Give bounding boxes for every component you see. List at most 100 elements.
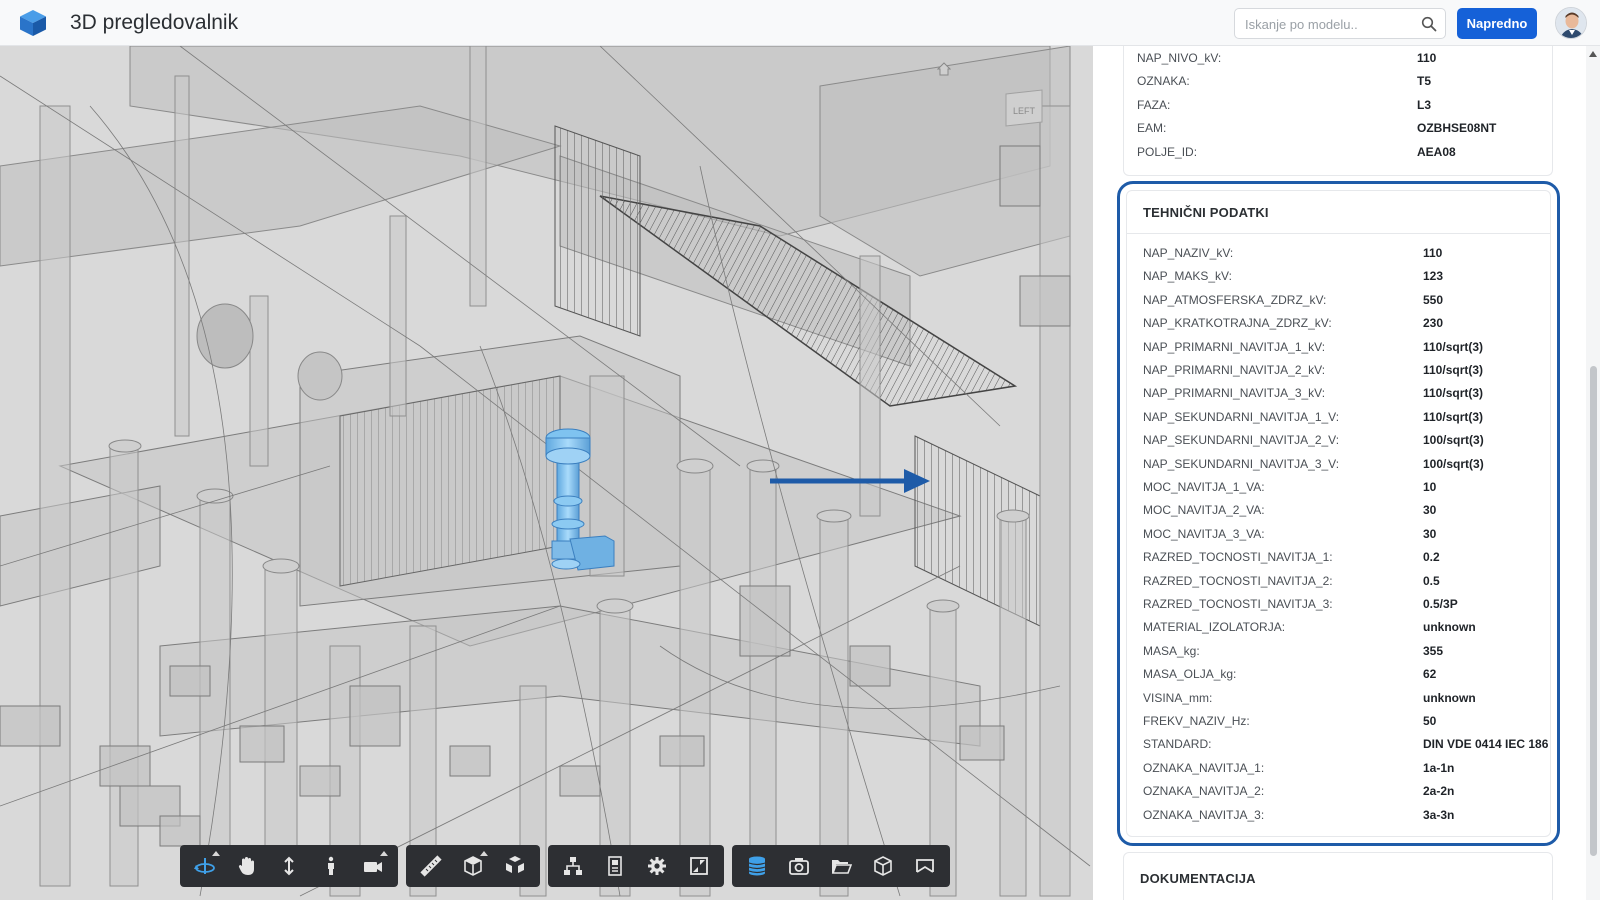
property-key: FREKV_NAZIV_Hz:	[1143, 714, 1250, 728]
property-key: MOC_NAVITJA_1_VA:	[1143, 480, 1265, 494]
properties-icon	[608, 856, 622, 876]
advanced-button[interactable]: Napredno	[1457, 8, 1537, 39]
property-row: MATERIAL_IZOLATORJA: unknown	[1143, 620, 1566, 643]
property-value: DIN VDE 0414 IEC 186	[1423, 737, 1549, 752]
properties-button[interactable]	[594, 845, 636, 887]
property-key: NAP_SEKUNDARNI_NAVITJA_2_V:	[1143, 433, 1340, 448]
orbit-tool-button[interactable]	[184, 845, 226, 887]
property-row: NAP_SEKUNDARNI_NAVITJA_3_V: 100/sqrt(3)	[1143, 457, 1566, 480]
user-avatar[interactable]	[1555, 7, 1587, 39]
model-search-input[interactable]	[1245, 15, 1415, 33]
property-key: FAZA:	[1137, 97, 1171, 112]
property-value: 1a-1n	[1423, 760, 1455, 775]
layers-stack-icon	[748, 856, 766, 876]
3d-viewport[interactable]: LEFT	[0, 46, 1093, 900]
measure-tool-button[interactable]	[410, 845, 452, 887]
property-value: 30	[1423, 526, 1437, 541]
property-key: MATERIAL_IZOLATORJA:	[1143, 620, 1286, 635]
technical-data-inner: TEHNIČNI PODATKI NAP_NAZIV_kV: 110 NAP_MAK…	[1126, 190, 1551, 837]
home-icon[interactable]	[937, 62, 951, 76]
dolly-arrows-icon	[284, 856, 294, 876]
dolly-tool-button[interactable]	[268, 845, 310, 887]
orbit-submenu-indicator[interactable]	[212, 851, 220, 856]
panel-tools-group	[548, 845, 724, 887]
scrollbar-thumb[interactable]	[1590, 366, 1597, 856]
app-header: 3D pregledovalnik Napredno	[0, 0, 1600, 46]
property-key: NAP_KRATKOTRAJNA_ZDRZ_kV:	[1143, 316, 1332, 331]
technical-data-divider	[1127, 233, 1550, 234]
property-value: 0.5/3P	[1423, 597, 1458, 611]
property-row: VISINA_mm: unknown	[1143, 691, 1566, 714]
property-key: NAP_NAZIV_kV:	[1143, 246, 1234, 260]
model-tree-icon	[564, 857, 582, 875]
navigation-tools-group	[180, 845, 398, 887]
property-key: NAP_PRIMARNI_NAVITJA_1_kV:	[1143, 339, 1326, 354]
app-logo-cube-icon[interactable]	[18, 9, 48, 37]
walk-tool-button[interactable]	[310, 845, 352, 887]
property-value: 230	[1423, 316, 1444, 331]
property-value: OZBHSE08NT	[1417, 121, 1497, 136]
explode-tool-button[interactable]	[494, 845, 536, 887]
model-browser-button[interactable]	[552, 845, 594, 887]
property-key: POLJE_ID:	[1137, 144, 1198, 159]
property-value: 110/sqrt(3)	[1423, 386, 1484, 401]
property-value: 123	[1423, 269, 1444, 284]
property-row: OZNAKA_NAVITJA_1: 1a-1n	[1143, 761, 1566, 784]
orbit-icon	[194, 858, 215, 874]
property-value: unknown	[1423, 690, 1476, 705]
property-value: 62	[1423, 667, 1437, 682]
property-row: NAP_KRATKOTRAJNA_ZDRZ_kV: 230	[1143, 316, 1566, 339]
home-view-cube-icon[interactable]: LEFT	[1002, 86, 1046, 130]
cube-view-icon	[874, 856, 892, 876]
property-value: 30	[1423, 503, 1437, 518]
property-row: NAP_NIVO_kV: 110	[1137, 51, 1565, 74]
substation-3d-model[interactable]	[0, 46, 1093, 900]
property-value: 3a-3n	[1423, 807, 1455, 822]
property-key: EAM:	[1137, 121, 1167, 136]
cube-view-button[interactable]	[862, 845, 904, 887]
fullscreen-button[interactable]	[678, 845, 720, 887]
property-row: STANDARD: DIN VDE 0414 IEC 186	[1143, 737, 1566, 760]
property-key: NAP_SEKUNDARNI_NAVITJA_3_V:	[1143, 456, 1340, 471]
camera-submenu-indicator[interactable]	[380, 851, 388, 856]
property-row: NAP_ATMOSFERSKA_ZDRZ_kV: 550	[1143, 293, 1566, 316]
camera-view-icon	[364, 862, 382, 872]
open-file-button[interactable]	[820, 845, 862, 887]
property-row: EAM: OZBHSE08NT	[1137, 121, 1565, 144]
property-key: NAP_ATMOSFERSKA_ZDRZ_kV:	[1143, 292, 1327, 307]
panel-scrollbar[interactable]	[1586, 46, 1600, 900]
property-row: POLJE_ID: AEA08	[1137, 145, 1565, 168]
app-title: 3D pregledovalnik	[70, 11, 239, 34]
scroll-up-arrow-icon[interactable]	[1589, 51, 1597, 57]
general-properties-card: NAP_NIVO_kV: 110 OZNAKA: T5 FAZA: L3 EAM: OZBHS…	[1123, 46, 1553, 176]
property-row: MASA_kg: 355	[1143, 644, 1566, 667]
property-key: OZNAKA_NAVITJA_3:	[1143, 807, 1265, 822]
pan-tool-button[interactable]	[226, 845, 268, 887]
section-submenu-indicator[interactable]	[480, 851, 488, 856]
property-row: RAZRED_TOCNOSTI_NAVITJA_3: 0.5/3P	[1143, 597, 1566, 620]
property-key: OZNAKA:	[1137, 74, 1190, 89]
layers-button[interactable]	[736, 845, 778, 887]
property-row: RAZRED_TOCNOSTI_NAVITJA_1: 0.2	[1143, 550, 1566, 573]
property-key: NAP_PRIMARNI_NAVITJA_2_kV:	[1143, 363, 1326, 377]
view-navigation-cube[interactable]: LEFT	[1002, 86, 1046, 130]
walk-person-icon	[328, 856, 334, 875]
documentation-card[interactable]: DOKUMENTACIJA	[1123, 852, 1553, 900]
settings-button[interactable]	[636, 845, 678, 887]
explode-model-icon	[506, 856, 524, 873]
markup-button[interactable]	[904, 845, 946, 887]
property-key: OZNAKA_NAVITJA_1:	[1143, 760, 1265, 775]
property-key: NAP_NIVO_kV:	[1137, 51, 1222, 65]
property-value: 110/sqrt(3)	[1423, 363, 1484, 377]
camera-tool-button[interactable]	[352, 845, 394, 887]
search-icon[interactable]	[1421, 16, 1437, 32]
property-value: T5	[1417, 74, 1432, 89]
screenshot-button[interactable]	[778, 845, 820, 887]
property-key: RAZRED_TOCNOSTI_NAVITJA_3:	[1143, 597, 1333, 611]
property-row: NAP_PRIMARNI_NAVITJA_1_kV: 110/sqrt(3)	[1143, 340, 1566, 363]
property-row: MOC_NAVITJA_1_VA: 10	[1143, 480, 1566, 503]
model-search-box[interactable]	[1234, 8, 1446, 39]
property-key: MOC_NAVITJA_2_VA:	[1143, 503, 1265, 518]
section-tool-button[interactable]	[452, 845, 494, 887]
flag-marker-icon	[916, 859, 934, 873]
